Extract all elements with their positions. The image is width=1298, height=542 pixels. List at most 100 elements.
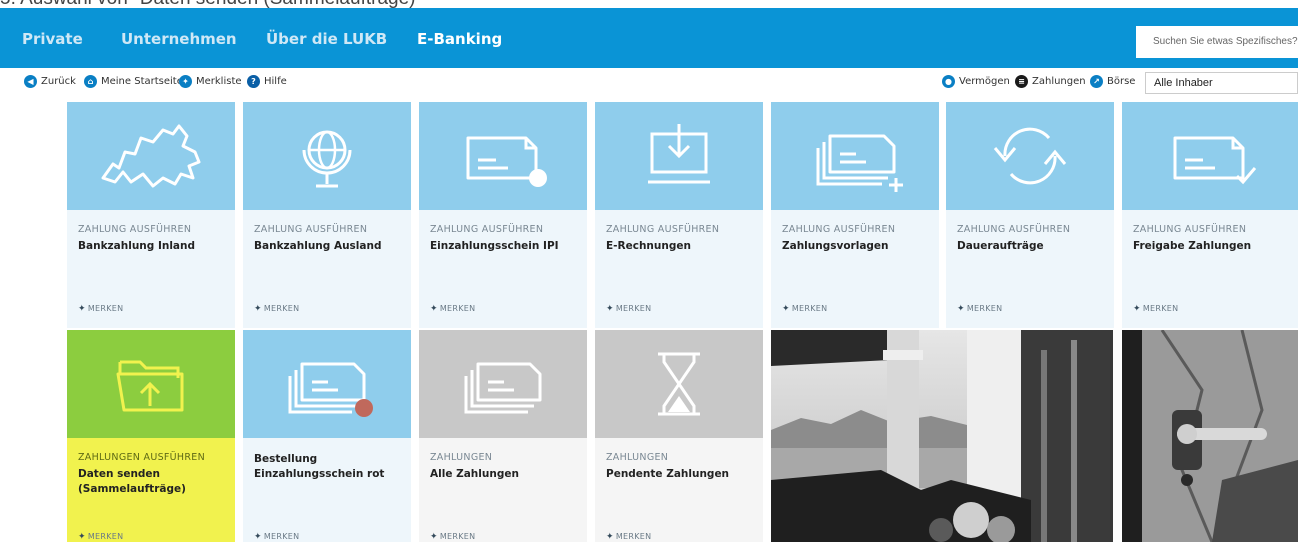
folder-upload-icon [116, 360, 184, 412]
bookmark-button[interactable]: ✦ MERKEN [957, 304, 1002, 314]
bookmark-button[interactable]: ✦ MERKEN [1133, 304, 1178, 314]
search-input[interactable]: Suchen Sie etwas Spezifisches? [1136, 26, 1298, 58]
lake-terrace-image [771, 330, 1113, 542]
tile-alle-zahlungen[interactable]: ZAHLUNGEN Alle Zahlungen ✦ MERKEN [419, 330, 587, 542]
home-icon: ⌂ [84, 75, 97, 88]
pin-icon: ✦ [78, 532, 86, 542]
bookmark-button[interactable]: ✦ MERKEN [254, 304, 299, 314]
tile-title: Bestellung Einzahlungsschein rot [254, 453, 385, 480]
top-navigation: Private Unternehmen Über die LUKB E-Bank… [0, 8, 1298, 68]
bookmark-button[interactable]: ✦ MERKEN [254, 532, 299, 542]
home-label: Meine Startseite [101, 76, 183, 87]
back-link[interactable]: ◀ Zurück [24, 75, 76, 88]
door-handle-image [1122, 330, 1298, 542]
tile-title: Pendente Zahlungen [606, 468, 730, 480]
bookmark-button[interactable]: ✦ MERKEN [430, 532, 475, 542]
bookmark-button[interactable]: ✦ MERKEN [78, 532, 123, 542]
photo-door-handle [1122, 330, 1298, 542]
tile-dauerauftraege[interactable]: ZAHLUNG AUSFÜHREN Daueraufträge ✦ MERKEN [946, 102, 1114, 328]
tile-freigabe-zahlungen[interactable]: ZAHLUNG AUSFÜHREN Freigabe Zahlungen ✦ ME… [1122, 102, 1298, 328]
pin-icon: ✦ [1133, 304, 1141, 314]
slip-stack-icon [464, 362, 542, 414]
tile-title: Bankzahlung Inland [78, 240, 195, 252]
tile-category: ZAHLUNG AUSFÜHREN [78, 224, 192, 235]
tile-title: Alle Zahlungen [430, 468, 519, 480]
tile-category: ZAHLUNG AUSFÜHREN [254, 224, 368, 235]
arrow-left-icon: ◀ [24, 75, 37, 88]
tile-category: ZAHLUNG AUSFÜHREN [957, 224, 1071, 235]
pin-icon: ✦ [179, 75, 192, 88]
pin-icon: ✦ [957, 304, 965, 314]
payments-link[interactable]: ≡ Zahlungen [1015, 75, 1086, 88]
help-label: Hilfe [264, 76, 287, 87]
tile-title: Daueraufträge [957, 240, 1044, 252]
pin-icon: ✦ [430, 304, 438, 314]
download-screen-icon [648, 124, 710, 184]
payments-icon: ≡ [1015, 75, 1028, 88]
tile-title: E-Rechnungen [606, 240, 691, 252]
page: 5. Auswahl von "Daten senden (Sammelauft… [0, 0, 1298, 542]
tile-category: ZAHLUNGEN [430, 452, 493, 463]
bookmark-button[interactable]: ✦ MERKEN [606, 532, 651, 542]
nav-unternehmen[interactable]: Unternehmen [121, 30, 237, 48]
watchlist-label: Merkliste [196, 76, 242, 87]
payment-slip-dot-icon [466, 136, 547, 187]
exchange-label: Börse [1107, 76, 1136, 87]
pin-icon: ✦ [606, 304, 614, 314]
bookmark-button[interactable]: ✦ MERKEN [78, 304, 123, 314]
tile-title: Zahlungsvorlagen [782, 240, 889, 252]
slip-check-icon [1173, 136, 1257, 185]
pin-icon: ✦ [430, 532, 438, 542]
pin-icon: ✦ [254, 304, 262, 314]
tile-title: Bankzahlung Ausland [254, 240, 382, 252]
refresh-icon [993, 127, 1067, 185]
help-icon: ? [247, 75, 260, 88]
page-caption: 5. Auswahl von "Daten senden (Sammelauft… [0, 0, 422, 9]
nav-e-banking[interactable]: E-Banking [417, 30, 502, 48]
exchange-icon: ↗ [1090, 75, 1103, 88]
bookmark-button[interactable]: ✦ MERKEN [782, 304, 827, 314]
tile-daten-senden-selected[interactable]: ZAHLUNGEN AUSFÜHREN Daten senden (Sammel… [67, 330, 235, 542]
sub-navigation: ◀ Zurück ⌂ Meine Startseite ✦ Merkliste … [0, 68, 1298, 98]
assets-label: Vermögen [959, 76, 1010, 87]
pin-icon: ✦ [782, 304, 790, 314]
help-link[interactable]: ? Hilfe [247, 75, 287, 88]
bookmark-button[interactable]: ✦ MERKEN [430, 304, 475, 314]
tile-bankzahlung-ausland[interactable]: ZAHLUNG AUSFÜHREN Bankzahlung Ausland ✦ M… [243, 102, 411, 328]
photo-lake-terrace [771, 330, 1113, 542]
tile-category: ZAHLUNG AUSFÜHREN [430, 224, 544, 235]
exchange-link[interactable]: ↗ Börse [1090, 75, 1135, 88]
tile-title: Einzahlungsschein IPI [430, 240, 559, 252]
assets-icon: ● [942, 75, 955, 88]
tile-e-rechnungen[interactable]: ZAHLUNG AUSFÜHREN E-Rechnungen ✦ MERKEN [595, 102, 763, 328]
tile-einzahlungsschein-ipi[interactable]: ZAHLUNG AUSFÜHREN Einzahlungsschein IPI … [419, 102, 587, 328]
tile-bankzahlung-inland[interactable]: ZAHLUNG AUSFÜHREN Bankzahlung Inland ✦ ME… [67, 102, 235, 328]
tile-title: Freigabe Zahlungen [1133, 240, 1252, 252]
switzerland-map-icon [101, 124, 201, 188]
pin-icon: ✦ [606, 532, 614, 542]
owner-select[interactable]: Alle Inhaber [1145, 72, 1298, 94]
bookmark-button[interactable]: ✦ MERKEN [606, 304, 651, 314]
nav-private[interactable]: Private [22, 30, 83, 48]
tile-category: ZAHLUNG AUSFÜHREN [1133, 224, 1247, 235]
tile-category: ZAHLUNG AUSFÜHREN [606, 224, 720, 235]
slip-stack-plus-icon [816, 134, 903, 192]
home-link[interactable]: ⌂ Meine Startseite [84, 75, 183, 88]
tile-title: Daten senden (Sammelaufträge) [78, 468, 186, 495]
tile-zahlungsvorlagen[interactable]: ZAHLUNG AUSFÜHREN Zahlungsvorlagen ✦ MERK… [771, 102, 939, 328]
pin-icon: ✦ [78, 304, 86, 314]
slip-stack-red-icon [288, 362, 373, 417]
assets-link[interactable]: ● Vermögen [942, 75, 1010, 88]
nav-ueber-lukb[interactable]: Über die LUKB [266, 30, 387, 48]
payments-label: Zahlungen [1032, 76, 1086, 87]
hourglass-icon [658, 352, 700, 416]
tile-bestellung-einzahlungsschein-rot[interactable]: Bestellung Einzahlungsschein rot ✦ MERKEN [243, 330, 411, 542]
tile-category: ZAHLUNGEN AUSFÜHREN [78, 452, 205, 463]
tile-category: ZAHLUNG AUSFÜHREN [782, 224, 896, 235]
watchlist-link[interactable]: ✦ Merkliste [179, 75, 242, 88]
tile-pendente-zahlungen[interactable]: ZAHLUNGEN Pendente Zahlungen ✦ MERKEN [595, 330, 763, 542]
tile-category: ZAHLUNGEN [606, 452, 669, 463]
back-label: Zurück [41, 76, 76, 87]
globe-icon [302, 130, 352, 188]
pin-icon: ✦ [254, 532, 262, 542]
